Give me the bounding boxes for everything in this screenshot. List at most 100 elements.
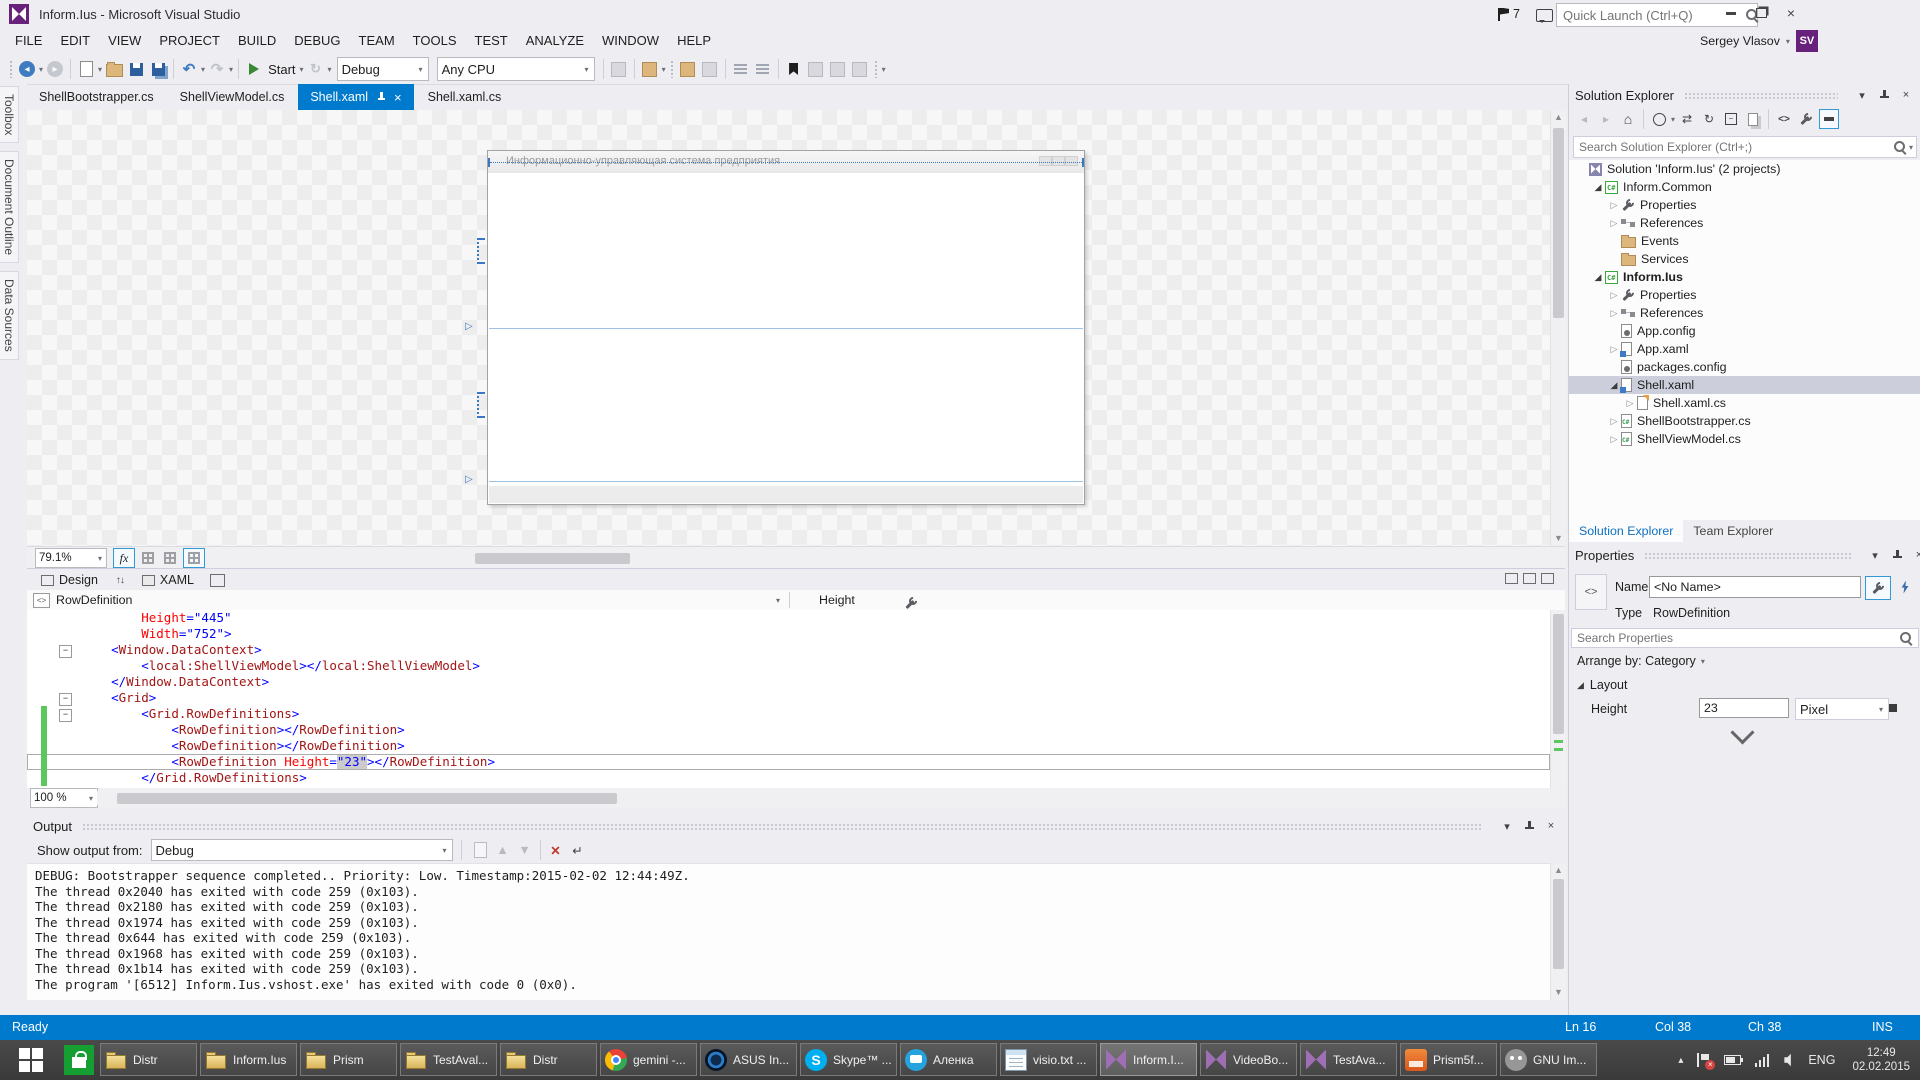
properties-search-input[interactable] [1572, 631, 1899, 645]
expander-closed-icon[interactable]: ▷ [1607, 416, 1621, 427]
tree-item-shellviewmodel-cs[interactable]: ▷ShellViewModel.cs [1569, 430, 1920, 448]
fold-margin[interactable] [47, 610, 81, 626]
next-bookmark-button[interactable] [829, 60, 847, 78]
fold-margin[interactable] [47, 738, 81, 754]
chevron-down-icon[interactable]: ▾ [776, 596, 780, 605]
find-message-icon[interactable] [472, 841, 490, 859]
taskbar-button-testava-[interactable]: TestAva... [1300, 1043, 1397, 1076]
layout-section-header[interactable]: ◢ Layout [1577, 678, 1627, 692]
find-dropdown-icon[interactable]: ▾ [662, 65, 666, 74]
taskbar-button-visio-txt-[interactable]: visio.txt ... [1000, 1043, 1097, 1076]
scrollbar-thumb[interactable] [1553, 614, 1564, 734]
scrollbar-thumb[interactable] [117, 793, 617, 804]
grid-row-line[interactable] [489, 328, 1083, 329]
toolbar-grip[interactable] [9, 60, 13, 78]
fold-margin[interactable] [47, 706, 81, 722]
tab-team-explorer[interactable]: Team Explorer [1683, 520, 1783, 542]
toolbar-options-chevron-icon[interactable]: ▾ [882, 65, 886, 74]
close-icon[interactable]: × [1911, 547, 1920, 563]
clear-bookmarks-button[interactable] [851, 60, 869, 78]
taskbar-button-asus-in-[interactable]: ASUS In... [700, 1043, 797, 1076]
scrollbar-thumb[interactable] [475, 553, 630, 564]
output-source-select[interactable]: Debug▾ [151, 839, 453, 861]
pin-icon[interactable] [1876, 87, 1892, 103]
taskbar-button-gemini-[interactable]: gemini -... [600, 1043, 697, 1076]
window-position-chevron-icon[interactable]: ▾ [1499, 818, 1515, 834]
start-dropdown-icon[interactable]: ▾ [300, 65, 304, 74]
new-file-button[interactable] [77, 60, 95, 78]
restart-button[interactable]: ↻ [307, 60, 325, 78]
start-button[interactable] [0, 1040, 62, 1080]
close-icon[interactable]: × [394, 90, 402, 105]
breadcrumb-element[interactable]: RowDefinition [56, 593, 132, 607]
apply-code-changes-button[interactable] [610, 60, 628, 78]
side-tab-document-outline[interactable]: Document Outline [0, 151, 19, 263]
doc-tab-shellbootstrapper-cs[interactable]: ShellBootstrapper.cs [27, 84, 166, 110]
doc-tab-shellviewmodel-cs[interactable]: ShellViewModel.cs [168, 84, 297, 110]
grid-row-line[interactable] [489, 481, 1083, 482]
fold-margin[interactable] [47, 642, 81, 658]
pin-icon[interactable] [377, 92, 386, 103]
tree-item-solution-inform-ius-2-projects-[interactable]: Solution 'Inform.Ius' (2 projects) [1569, 160, 1920, 178]
tree-item-properties[interactable]: ▷Properties [1569, 286, 1920, 304]
fold-collapse-icon[interactable] [59, 693, 72, 706]
fold-margin[interactable] [47, 770, 81, 786]
menu-help[interactable]: HELP [668, 28, 720, 54]
navigate-back-dropdown-icon[interactable]: ▾ [39, 65, 43, 74]
tree-item-inform-common[interactable]: ◢Inform.Common [1569, 178, 1920, 196]
taskbar-button-inform-i-[interactable]: Inform.I... [1100, 1043, 1197, 1076]
tree-item-shell-xaml-cs[interactable]: ▷Shell.xaml.cs [1569, 394, 1920, 412]
properties-search-box[interactable] [1571, 628, 1919, 648]
save-all-button[interactable] [149, 60, 167, 78]
vertical-split-icon[interactable] [1505, 573, 1518, 584]
effects-toggle-button[interactable]: fx [113, 548, 135, 568]
events-mode-button[interactable] [1893, 576, 1917, 598]
fold-margin[interactable] [47, 690, 81, 706]
expander-open-icon[interactable]: ◢ [1591, 272, 1605, 283]
tree-item-references[interactable]: ▷References [1569, 214, 1920, 232]
designer-vertical-scrollbar[interactable]: ▲ ▼ [1550, 110, 1566, 546]
avatar[interactable]: SV [1796, 30, 1818, 52]
show-all-files-icon[interactable] [1744, 110, 1762, 128]
expander-closed-icon[interactable]: ▷ [1623, 398, 1637, 409]
properties-wrench-icon[interactable] [1797, 110, 1815, 128]
menu-test[interactable]: TEST [466, 28, 517, 54]
taskbar-button-gnu-im-[interactable]: GNU Im... [1500, 1043, 1597, 1076]
taskbar-button-prism5f-[interactable]: Prism5f... [1400, 1043, 1497, 1076]
save-button[interactable] [127, 60, 145, 78]
name-field[interactable] [1649, 576, 1861, 598]
word-wrap-icon[interactable]: ↵ [569, 841, 587, 859]
collapse-all-icon[interactable]: − [1722, 110, 1740, 128]
open-file-button[interactable] [105, 60, 123, 78]
tree-item-properties[interactable]: ▷Properties [1569, 196, 1920, 214]
tree-item-app-xaml[interactable]: ▷App.xaml [1569, 340, 1920, 358]
expander-closed-icon[interactable]: ▷ [1607, 344, 1621, 355]
height-field[interactable] [1699, 698, 1789, 718]
tree-item-packages-config[interactable]: packages.config [1569, 358, 1920, 376]
navigate-back-button[interactable]: ◂ [18, 60, 36, 78]
previous-message-icon[interactable]: ▲ [494, 841, 512, 859]
pane-layout-icon[interactable] [210, 574, 225, 587]
snap-grid-icon[interactable] [164, 552, 176, 564]
scroll-down-icon[interactable]: ▼ [1551, 531, 1566, 546]
properties-mode-button[interactable] [1865, 576, 1891, 600]
window-position-chevron-icon[interactable]: ▾ [1867, 547, 1883, 563]
taskbar-button-distr[interactable]: Distr [500, 1043, 597, 1076]
taskbar-button-distr[interactable]: Distr [100, 1043, 197, 1076]
refresh-icon[interactable]: ↻ [1700, 110, 1718, 128]
pin-icon[interactable] [1889, 547, 1905, 563]
menu-team[interactable]: TEAM [350, 28, 404, 54]
taskbar-button-videobo-[interactable]: VideoBo... [1200, 1043, 1297, 1076]
toggle-bookmark-button[interactable] [785, 60, 803, 78]
menu-debug[interactable]: DEBUG [285, 28, 349, 54]
show-hidden-icons-icon[interactable]: ▴ [1678, 1055, 1683, 1066]
expander-closed-icon[interactable]: ▷ [1607, 218, 1621, 229]
language-indicator[interactable]: ENG [1808, 1053, 1835, 1067]
fold-margin[interactable] [47, 658, 81, 674]
fold-collapse-icon[interactable] [59, 709, 72, 722]
expander-closed-icon[interactable]: ▷ [1607, 290, 1621, 301]
feedback-button[interactable] [1536, 9, 1553, 22]
sync-with-active-document-icon[interactable]: ⇄ [1678, 110, 1696, 128]
clear-all-icon[interactable]: ✕ [547, 841, 565, 859]
horizontal-split-icon[interactable] [1523, 573, 1536, 584]
